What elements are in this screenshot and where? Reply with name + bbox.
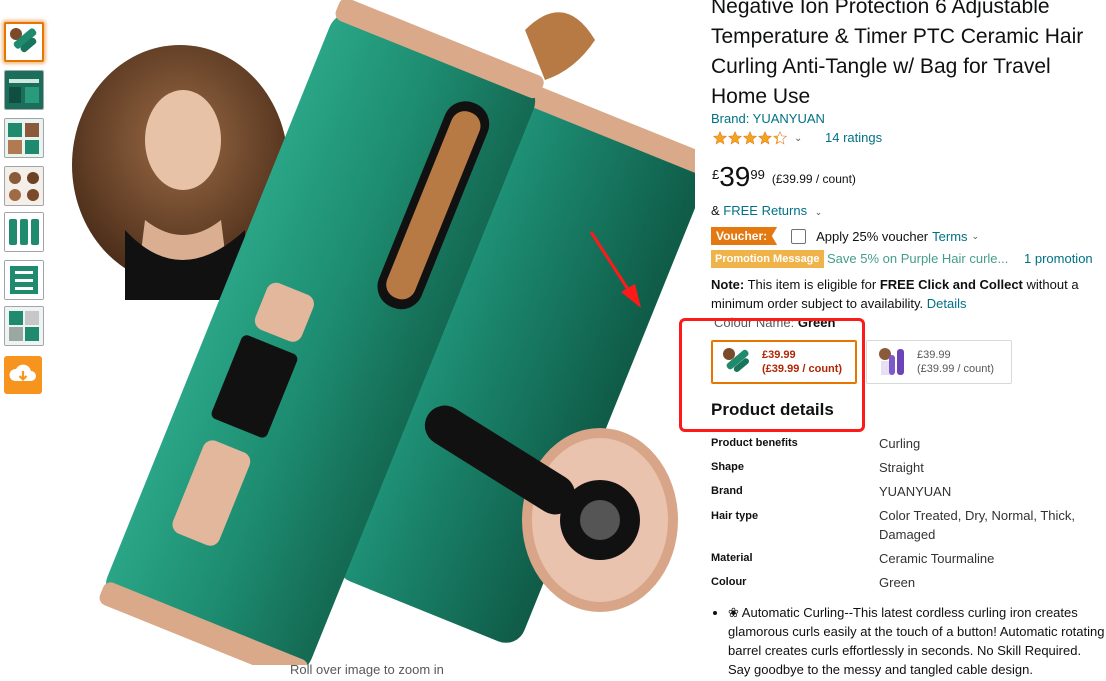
main-product-image[interactable] [55, 0, 695, 665]
detail-key: Shape [711, 461, 745, 473]
cloud-download-icon [9, 364, 36, 382]
click-collect-note: Note: This item is eligible for FREE Cli… [711, 275, 1101, 313]
thumbnail-5[interactable] [4, 212, 44, 252]
zoom-hint: Roll over image to zoom in [290, 662, 444, 677]
price: £ 39 99 (£39.99 / count) [712, 160, 856, 194]
price-per-unit: (£39.99 / count) [771, 172, 856, 186]
returns-prefix: & [711, 203, 720, 218]
ratings-count-link[interactable]: 14 ratings [825, 130, 882, 145]
star-full-icon [713, 131, 727, 145]
detail-key: Product benefits [711, 437, 798, 449]
thumbnail-3[interactable] [4, 118, 44, 158]
details-link[interactable]: Details [927, 296, 967, 311]
product-details-heading: Product details [711, 400, 834, 419]
chevron-down-icon[interactable]: ⌄ [815, 207, 823, 217]
star-full-icon [758, 131, 772, 145]
returns-row: & FREE Returns ⌄ [711, 203, 822, 218]
colour-swatch-purple[interactable]: £39.99 (£39.99 / count) [866, 340, 1012, 384]
detail-value: Curling [879, 436, 921, 451]
price-symbol: £ [712, 167, 720, 182]
upload-cloud-button[interactable] [4, 356, 42, 394]
thumbnail-image [5, 213, 43, 251]
detail-key: Brand [711, 485, 743, 497]
detail-key: Colour [711, 576, 747, 588]
note-text-1: This item is eligible for [747, 277, 877, 292]
promotion-badge: Promotion Message [711, 250, 824, 268]
chevron-down-icon[interactable]: ⌄ [794, 133, 802, 144]
promotion-count-link[interactable]: 1 promotion [1024, 251, 1093, 266]
thumbnail-image [5, 261, 43, 299]
detail-key: Hair type [711, 510, 759, 522]
note-bold: FREE Click and Collect [879, 277, 1023, 292]
thumbnail-6[interactable] [4, 260, 44, 300]
detail-key: Material [711, 552, 753, 564]
thumbnail-image [5, 71, 43, 109]
feature-bullets: ❀ Automatic Curling--This latest cordles… [711, 603, 1106, 679]
thumbnail-2[interactable] [4, 70, 44, 110]
voucher-text[interactable]: Apply 25% voucher [816, 229, 928, 244]
promotion-text: Save 5% on Purple Hair curle... [827, 251, 1009, 266]
swatch-price: £39.99 [917, 349, 951, 361]
swatch-unit: (£39.99 / count) [917, 363, 995, 375]
promotion-row: Promotion Message Save 5% on Purple Hair… [711, 250, 1106, 268]
chevron-down-icon[interactable]: ⌄ [972, 231, 980, 242]
price-whole: 39 [719, 161, 751, 192]
thumbnail-image [6, 24, 42, 60]
thumbnail-1[interactable] [4, 22, 44, 62]
thumbnail-image [5, 119, 43, 157]
star-partial-icon [773, 131, 787, 145]
star-full-icon [728, 131, 742, 145]
note-label: Note: [711, 277, 745, 292]
list-item: ❀ Automatic Curling--This latest cordles… [728, 603, 1106, 679]
star-rating[interactable]: ⌄ [713, 128, 802, 148]
thumbnail-7[interactable] [4, 306, 44, 346]
detail-value: Ceramic Tourmaline [879, 551, 995, 566]
annotation-arrow [589, 231, 641, 308]
detail-value: YUANYUAN [879, 484, 952, 499]
thumbnail-4[interactable] [4, 166, 44, 206]
detail-value: Straight [879, 460, 924, 475]
swatch-image [879, 348, 904, 375]
product-title: Negative Ion Protection 6 Adjustable Tem… [711, 0, 1084, 108]
brand-link[interactable]: Brand: YUANYUAN [711, 111, 825, 126]
star-full-icon [743, 131, 757, 145]
price-fraction: 99 [750, 167, 765, 182]
voucher-badge: Voucher: [711, 227, 778, 245]
voucher-checkbox[interactable] [791, 228, 807, 244]
free-returns-link[interactable]: FREE Returns [723, 203, 807, 218]
voucher-row: Voucher: Apply 25% voucher Terms ⌄ [711, 226, 979, 246]
detail-value: Green [879, 575, 916, 590]
detail-value: Color Treated, Dry, Normal, Thick, Damag… [879, 508, 1076, 542]
thumbnail-image [5, 307, 43, 345]
voucher-terms-link[interactable]: Terms [932, 229, 967, 244]
thumbnail-image [5, 167, 43, 205]
